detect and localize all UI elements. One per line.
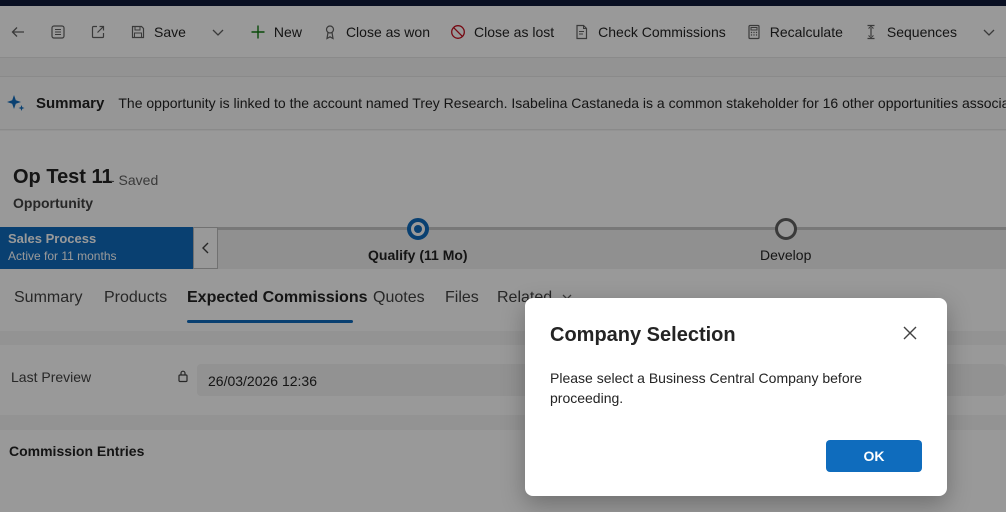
company-selection-dialog: Company Selection Please select a Busine… [525, 298, 947, 496]
dialog-close-button[interactable] [899, 322, 921, 344]
close-icon [903, 326, 917, 340]
dialog-title: Company Selection [550, 324, 736, 346]
ok-button[interactable]: OK [826, 440, 922, 472]
dialog-message: Please select a Business Central Company… [550, 370, 863, 406]
